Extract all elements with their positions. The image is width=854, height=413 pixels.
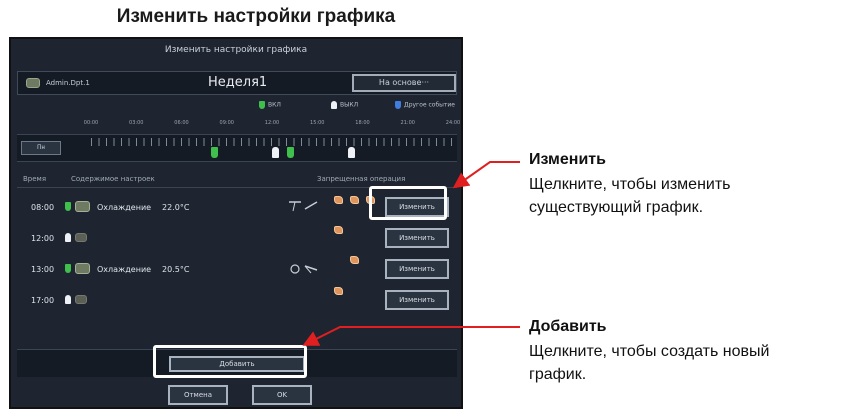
time-tick: 00:00 [83,120,99,126]
row-temp: 22.0°C [162,203,190,212]
prohibit-icon [334,196,343,204]
on-event-marker-icon[interactable] [287,147,294,158]
edit-button[interactable]: Изменить [385,197,449,217]
document-title: Изменить настройки графика [116,6,396,27]
group-name: Admin.Dpt.1 [46,79,90,87]
week-name: Неделя1 [208,75,268,90]
edit-button[interactable]: Изменить [385,290,449,310]
legend-other-label: Другое событие [404,101,455,109]
time-tick: 06:00 [174,120,189,126]
window-title: Изменить настройки графика [164,45,308,55]
time-axis: 00:00 03:00 06:00 09:00 12:00 15:00 18:0… [84,120,460,130]
row-temp: 20.5°C [162,265,190,274]
legend-on: ВКЛ [259,101,281,113]
timeline-track[interactable] [91,138,453,158]
on-marker-icon [65,202,71,211]
add-area: Добавить [17,349,457,377]
edit-callout-desc: существующий график. [529,199,704,216]
row-time: 12:00 [31,234,55,243]
prohibit-icon [350,256,359,264]
legend-off-label: ВЫКЛ [340,101,359,109]
time-tick: 03:00 [129,120,144,126]
schedule-row: 12:00 Изменить [17,224,457,254]
indoor-unit-icon [75,201,90,212]
time-tick: 09:00 [219,120,234,126]
col-time-header: Время [23,175,47,183]
col-settings-header: Содержимое настроек [71,175,155,183]
fan-direction-icon [290,264,318,274]
row-time: 13:00 [31,265,55,274]
legend-off: ВЫКЛ [331,101,358,113]
indoor-unit-icon [75,263,90,274]
on-marker-icon [65,264,71,273]
fan-direction-icon [289,201,318,212]
time-tick: 24:00 [445,120,461,126]
col-prohibited-header: Запрещенная операция [317,175,406,183]
off-event-marker-icon[interactable] [348,147,355,158]
off-marker-icon [65,295,71,304]
schedule-row: 08:00 Охлаждение 22.0°C Изменить [17,193,457,223]
divider [17,187,457,188]
schedule-settings-window: Изменить настройки графика Admin.Dpt.1 Н… [9,37,463,409]
add-callout-title: Добавить [529,318,607,335]
edit-button[interactable]: Изменить [385,259,449,279]
ok-button[interactable]: OK [252,385,312,405]
schedule-list-header: Время Содержимое настроек Запрещенная оп… [17,173,457,187]
legend-on-label: ВКЛ [268,101,281,109]
prohibit-icon [334,226,343,234]
prohibit-icon [350,196,359,204]
legend-other: Другое событие [395,101,455,113]
indoor-unit-off-icon [75,233,87,242]
edit-button[interactable]: Изменить [385,228,449,248]
prohibit-icon [366,196,375,204]
time-tick: 12:00 [264,120,280,126]
group-unit-icon [26,78,40,88]
indoor-unit-off-icon [75,295,87,304]
prohibit-icon [334,287,343,295]
other-event-marker-icon [395,101,401,109]
add-callout-desc: график. [529,366,587,383]
on-marker-icon [259,101,265,109]
edit-callout-title: Изменить [529,151,606,168]
add-button[interactable]: Добавить [169,356,305,372]
schedule-row: 17:00 Изменить [17,286,457,316]
time-tick: 18:00 [355,120,370,126]
on-event-marker-icon[interactable] [211,147,218,158]
cancel-button[interactable]: Отмена [168,385,228,405]
edit-arrow [452,161,520,189]
based-on-button[interactable]: На основе··· [352,74,456,92]
off-marker-icon [331,101,337,109]
edit-callout-desc: Щелкните, чтобы изменить [529,176,731,193]
off-marker-icon [65,233,71,242]
schedule-row: 13:00 Охлаждение 20.5°C Изменить [17,255,457,285]
time-tick: 21:00 [400,120,415,126]
row-time: 08:00 [31,203,55,212]
day-button-monday[interactable]: Пн [21,141,61,155]
off-event-marker-icon[interactable] [272,147,279,158]
header-row: Admin.Dpt.1 Неделя1 На основе··· [17,71,457,95]
day-timeline: Пн [17,134,457,162]
row-mode: Охлаждение [97,203,152,212]
row-time: 17:00 [31,296,55,305]
add-callout-desc: Щелкните, чтобы создать новый [529,343,770,360]
time-tick: 15:00 [310,120,325,126]
row-mode: Охлаждение [97,265,152,274]
